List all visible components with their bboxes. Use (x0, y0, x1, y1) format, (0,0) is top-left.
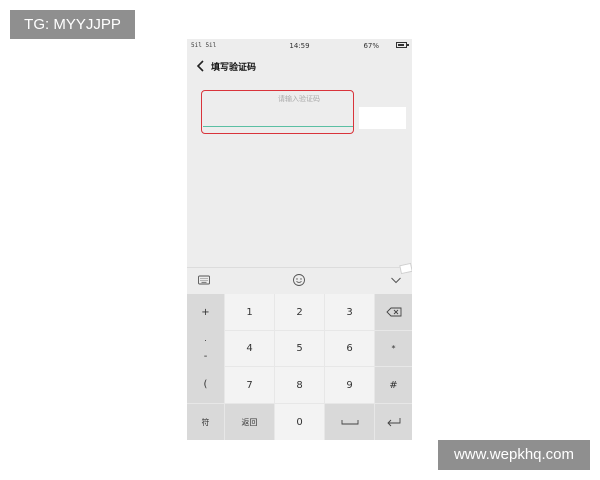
key-2[interactable]: 2 (275, 294, 324, 330)
key-7[interactable]: 7 (225, 367, 274, 403)
page-title: 填写验证码 (211, 63, 257, 73)
app-header: 填写验证码 (187, 55, 412, 77)
keyboard-toolbar (187, 267, 412, 294)
key-6[interactable]: 6 (325, 331, 374, 366)
space-icon (341, 420, 358, 425)
backspace-icon (385, 307, 401, 317)
key-enter[interactable] (375, 404, 412, 440)
keyboard-icon[interactable] (197, 273, 211, 287)
highlight-outline (201, 90, 354, 134)
chevron-down-icon[interactable] (389, 273, 403, 287)
key-3[interactable]: 3 (325, 294, 374, 330)
status-bar: 5il 5il 14:59 67% (187, 39, 412, 53)
key-8[interactable]: 8 (275, 367, 324, 403)
key-minus[interactable]: - (187, 347, 224, 366)
key-dot[interactable]: . (187, 330, 224, 347)
key-asterisk[interactable]: * (375, 331, 412, 366)
battery-percent: 67% (363, 42, 379, 50)
key-4[interactable]: 4 (225, 331, 274, 366)
key-symbols[interactable]: 符 (187, 404, 224, 440)
chevron-left-icon[interactable] (195, 59, 207, 73)
emoji-icon[interactable] (292, 273, 306, 287)
enter-icon (386, 418, 400, 427)
watermark-top-left: TG: MYYJJPP (10, 10, 135, 39)
key-back[interactable]: 返回 (225, 404, 274, 440)
watermark-bottom-right: www.wepkhq.com (438, 440, 590, 470)
numeric-keyboard: + . - ( 1 2 3 4 5 6 7 8 9 * # 符 返回 0 (187, 294, 412, 440)
key-5[interactable]: 5 (275, 331, 324, 366)
key-space[interactable] (325, 404, 374, 440)
key-hash[interactable]: # (375, 367, 412, 403)
key-backspace[interactable] (375, 294, 412, 330)
send-code-button[interactable] (359, 107, 406, 129)
key-paren[interactable]: ( (187, 366, 224, 403)
key-plus[interactable]: + (187, 294, 224, 330)
battery-icon (396, 42, 409, 48)
phone-screen: 5il 5il 14:59 67% 填写验证码 请输入验证码 + . - (1… (187, 39, 412, 440)
key-9[interactable]: 9 (325, 367, 374, 403)
key-1[interactable]: 1 (225, 294, 274, 330)
key-0[interactable]: 0 (275, 404, 324, 440)
